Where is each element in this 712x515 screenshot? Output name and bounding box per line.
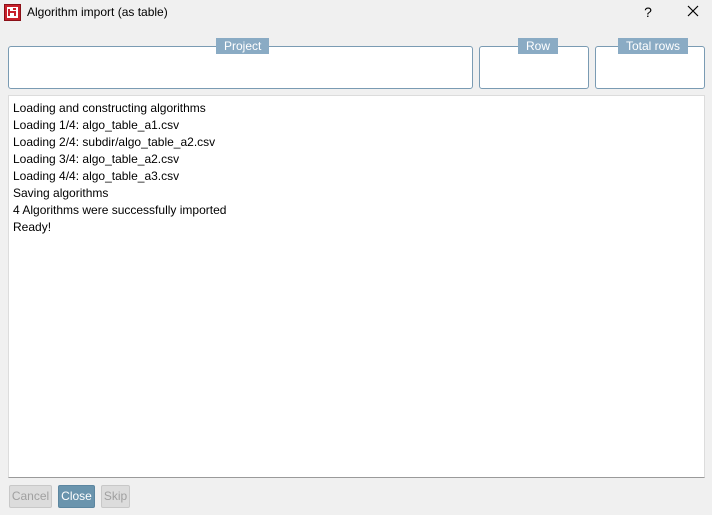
project-label: Project (216, 38, 270, 54)
help-button[interactable]: ? (632, 0, 664, 25)
cancel-button[interactable]: Cancel (9, 485, 52, 508)
title-bar: Algorithm import (as table) ? (0, 0, 712, 27)
project-group: Project (8, 38, 473, 89)
app-logo-icon (4, 4, 21, 21)
log-line: Loading 1/4: algo_table_a1.csv (13, 118, 180, 132)
log-line: Loading 3/4: algo_table_a2.csv (13, 152, 180, 166)
close-button[interactable]: Close (58, 485, 95, 508)
total-rows-group: Total rows (595, 38, 705, 89)
skip-button[interactable]: Skip (101, 485, 130, 508)
log-line: Loading 2/4: subdir/algo_table_a2.csv (13, 135, 216, 149)
total-rows-label: Total rows (618, 38, 689, 54)
row-label: Row (518, 38, 559, 54)
log-line: 4 Algorithms were successfully imported (13, 203, 227, 217)
log-line: Loading and constructing algorithms (13, 101, 206, 115)
log-line: Saving algorithms (13, 186, 109, 200)
log-line: Ready! (13, 220, 52, 234)
log-line: Loading 4/4: algo_table_a3.csv (13, 169, 180, 183)
help-icon: ? (644, 4, 652, 20)
row-group: Row (479, 38, 589, 89)
close-window-button[interactable] (676, 0, 710, 25)
close-icon (687, 5, 699, 17)
log-output[interactable]: Loading and constructing algorithms Load… (8, 95, 705, 478)
window-title: Algorithm import (as table) (27, 5, 168, 19)
